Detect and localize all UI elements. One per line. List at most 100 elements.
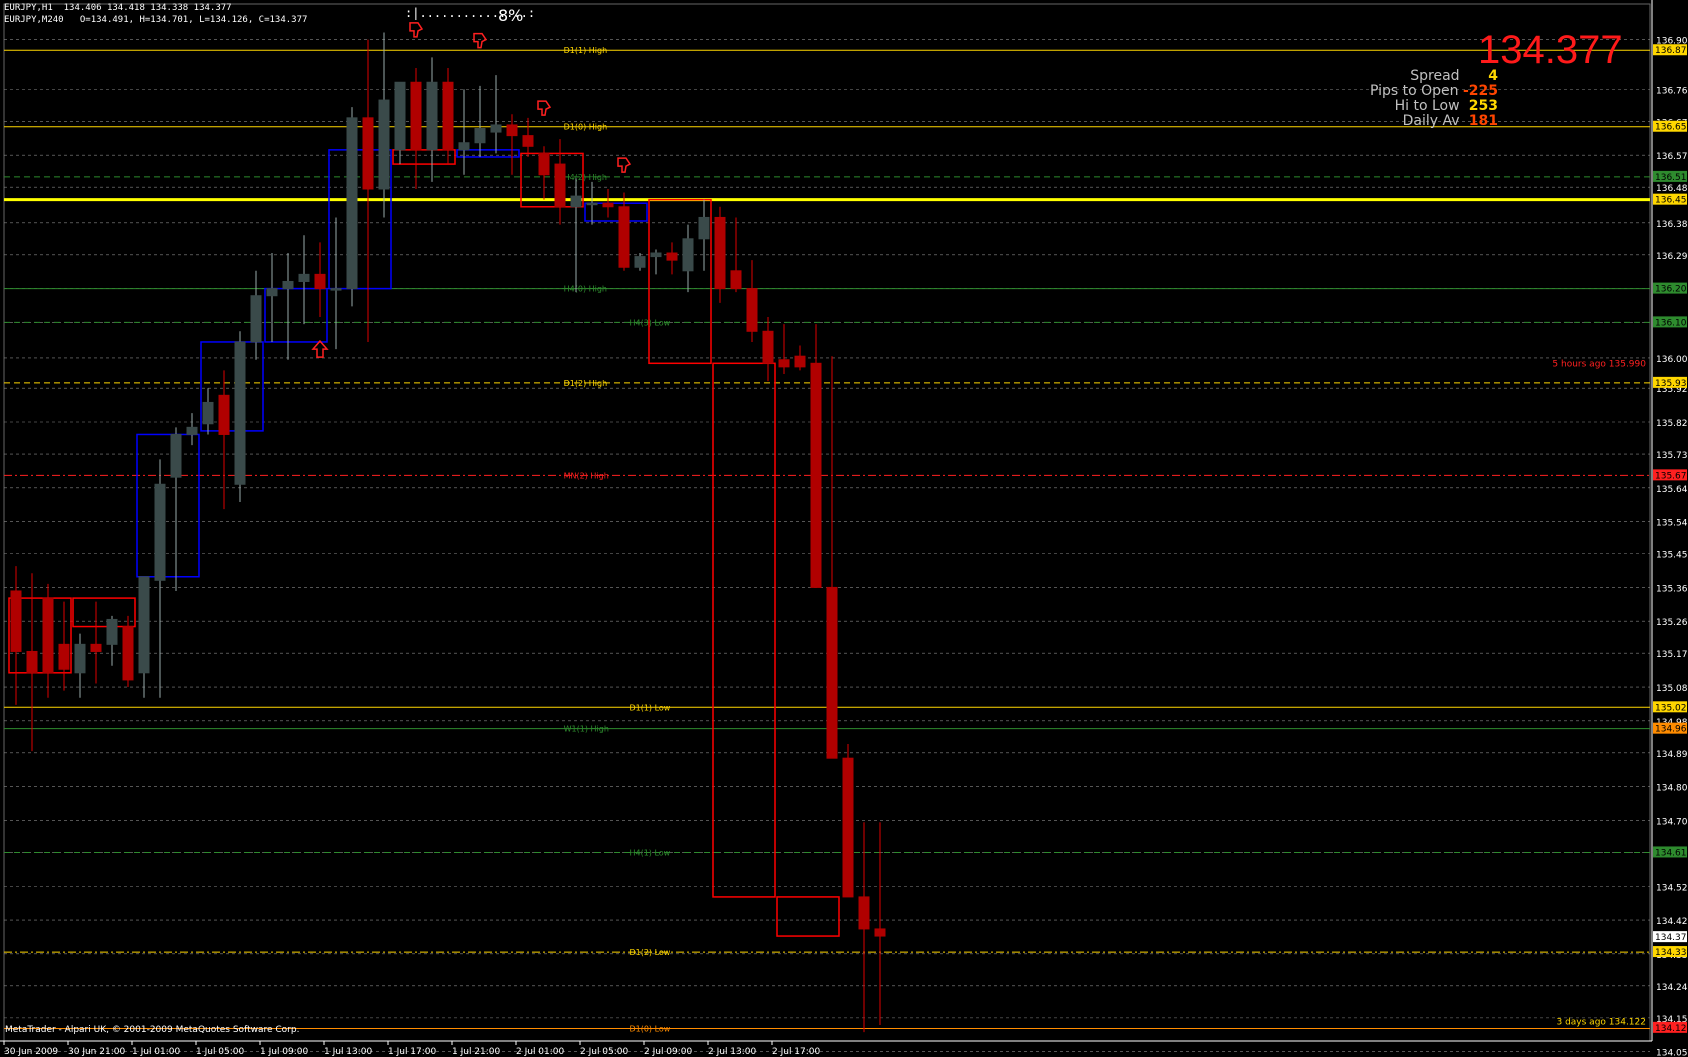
h4-box <box>584 202 648 222</box>
candle-body <box>826 586 838 759</box>
level-label: D1(1) Low <box>629 703 670 712</box>
price-tag-label: 136.514 <box>1655 173 1688 183</box>
price-chart[interactable]: 136.900136.760136.670136.575136.485136.3… <box>0 0 1688 1057</box>
candle-body <box>570 195 582 208</box>
y-tick-label: 136.575 <box>1656 152 1688 162</box>
time-annotation: 3 days ago 134.122 <box>1556 1017 1646 1027</box>
candle-body <box>666 252 678 261</box>
price-tag-label: 136.105 <box>1655 318 1688 328</box>
x-tick-label: 30 Jun 21:00 <box>68 1047 125 1057</box>
candle-body <box>282 280 294 290</box>
x-tick-label: 1 Jul 17:00 <box>388 1047 437 1057</box>
x-tick-label: 2 Jul 09:00 <box>644 1047 693 1057</box>
y-tick-label: 136.485 <box>1656 184 1688 194</box>
candle-body <box>26 650 38 674</box>
candle-body <box>682 238 694 272</box>
price-tag-label: 135.023 <box>1655 703 1688 713</box>
y-tick-label: 134.425 <box>1656 917 1688 927</box>
candle-body <box>218 394 230 435</box>
price-tag-label: 134.963 <box>1655 725 1688 735</box>
candle-body <box>458 142 470 151</box>
h4-box <box>264 287 328 343</box>
candle-body <box>762 330 774 364</box>
candle-body <box>186 426 198 435</box>
level-label: D1(1) High <box>564 46 608 55</box>
h4-box <box>136 433 200 578</box>
candle-body <box>250 295 262 343</box>
x-tick-label: 1 Jul 21:00 <box>452 1047 501 1057</box>
candle-body <box>586 202 598 206</box>
candle-body <box>602 202 614 208</box>
candle-body <box>314 273 326 290</box>
level-label: H4(0) High <box>564 285 607 294</box>
candle-body <box>522 135 534 147</box>
candle-body <box>74 643 86 674</box>
y-tick-label: 135.080 <box>1656 684 1688 694</box>
price-tag-label: 134.335 <box>1655 948 1688 958</box>
info-row-label: Pips to Open <box>1369 83 1463 99</box>
candle-body <box>298 273 310 282</box>
thumb-down-icon <box>473 32 488 49</box>
candle-body <box>266 288 278 297</box>
level-label: H4(2) High <box>564 173 607 182</box>
info-row-value: 181 <box>1468 113 1498 129</box>
x-tick-label: 30 Jun 2009 <box>4 1047 58 1057</box>
y-tick-label: 134.895 <box>1656 750 1688 760</box>
y-tick-label: 136.005 <box>1656 355 1688 365</box>
price-tag-label: 136.451 <box>1655 196 1688 206</box>
candle-body <box>490 124 502 133</box>
price-tag-label: 135.675 <box>1655 471 1688 481</box>
candle-body <box>58 643 70 670</box>
info-row: Pips to Open -225 <box>1370 83 1498 99</box>
x-tick-label: 1 Jul 13:00 <box>324 1047 373 1057</box>
x-tick-label: 1 Jul 05:00 <box>196 1047 245 1057</box>
y-tick-label: 135.640 <box>1656 485 1688 495</box>
info-row-label: Daily Av <box>1402 113 1464 129</box>
price-tag-label: 136.87 <box>1655 46 1687 56</box>
h4-box <box>392 149 456 165</box>
thumb-down-icon <box>409 22 424 38</box>
y-tick-label: 136.385 <box>1656 220 1688 230</box>
candle-body <box>506 124 518 137</box>
candle-body <box>634 256 646 268</box>
progress-percent: 8% <box>498 6 524 25</box>
candle-body <box>42 597 54 674</box>
candle-body <box>362 117 374 190</box>
y-tick-label: 135.545 <box>1656 519 1688 529</box>
info-row-value: 4 <box>1488 68 1498 84</box>
y-tick-label: 135.360 <box>1656 584 1688 594</box>
candle-body <box>730 270 742 290</box>
y-tick-label: 136.760 <box>1656 86 1688 96</box>
candle-body <box>122 626 134 681</box>
price-tag-label: 134.377 <box>1655 933 1688 943</box>
y-tick-label: 134.240 <box>1656 983 1688 993</box>
level-label: W1(1) High <box>564 725 609 734</box>
level-label: D1(2) High <box>564 379 608 388</box>
y-tick-label: 135.265 <box>1656 618 1688 628</box>
y-tick-label: 135.735 <box>1656 451 1688 461</box>
info-row-value: 253 <box>1468 98 1498 114</box>
x-tick-label: 2 Jul 05:00 <box>580 1047 629 1057</box>
level-label: D1(2) Low <box>629 948 670 957</box>
h4-box <box>456 149 520 158</box>
y-tick-label: 136.295 <box>1656 252 1688 262</box>
thumb-down-icon <box>617 157 632 173</box>
symbol-m240-readout: EURJPY,M240 O=134.491, H=134.701, L=134.… <box>4 15 308 25</box>
candle-body <box>874 928 886 937</box>
y-tick-label: 134.055 <box>1656 1049 1688 1057</box>
candle-body <box>90 643 102 652</box>
plot-frame <box>3 3 1651 1042</box>
level-label: MN(2) High <box>564 471 609 480</box>
symbol-h1-readout: EURJPY,H1 134.406 134.418 134.338 134.37… <box>4 3 232 13</box>
h4-box <box>712 362 776 898</box>
candle-body <box>154 483 166 581</box>
info-row: Daily Av 181 <box>1403 113 1498 129</box>
candle-body <box>346 117 358 290</box>
candle-body <box>778 359 790 368</box>
thumb-down-icon <box>537 100 552 116</box>
level-label: H4(3) Low <box>629 318 670 327</box>
candle-body <box>426 81 438 151</box>
y-tick-label: 134.705 <box>1656 817 1688 827</box>
h4-box <box>72 597 136 628</box>
candle-body <box>378 99 390 190</box>
